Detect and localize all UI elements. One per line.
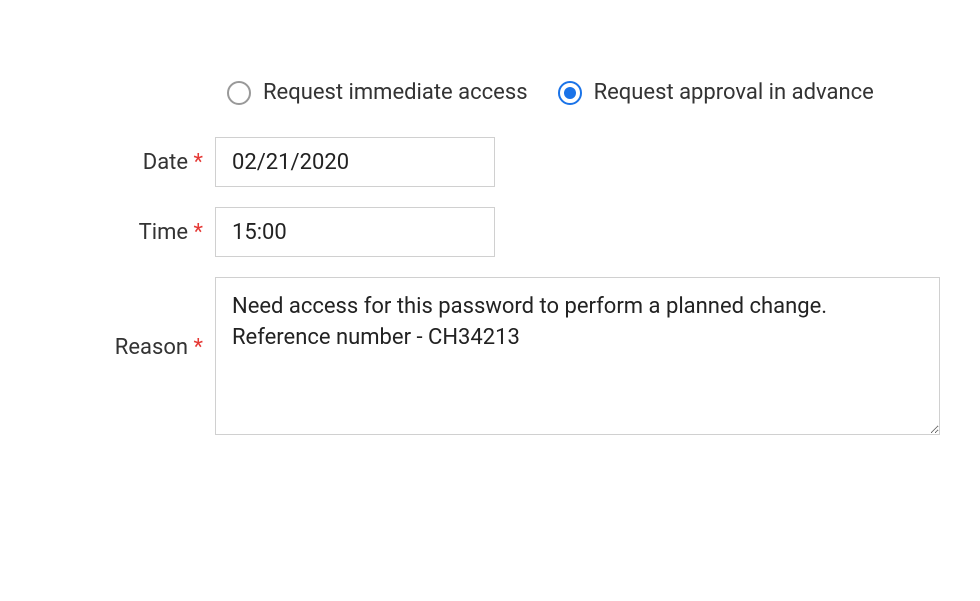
reason-row: Reason * [40, 277, 940, 435]
radio-immediate-access-label[interactable]: Request immediate access [263, 80, 528, 105]
date-label: Date * [40, 150, 215, 175]
time-input[interactable] [215, 207, 495, 257]
reason-label: Reason * [40, 277, 215, 360]
request-type-radio-group: Request immediate access Request approva… [227, 80, 940, 105]
time-label-text: Time [139, 220, 188, 245]
time-label: Time * [40, 220, 215, 245]
required-marker: * [194, 150, 203, 175]
radio-approval-advance-label[interactable]: Request approval in advance [594, 80, 874, 105]
date-label-text: Date [143, 150, 188, 175]
required-marker: * [194, 220, 203, 245]
required-marker: * [194, 335, 203, 360]
reason-label-text: Reason [115, 335, 188, 360]
radio-approval-advance[interactable] [558, 81, 582, 105]
reason-textarea[interactable] [215, 277, 940, 435]
date-row: Date * [40, 137, 940, 187]
access-request-form: Request immediate access Request approva… [40, 80, 940, 435]
time-row: Time * [40, 207, 940, 257]
radio-immediate-access[interactable] [227, 81, 251, 105]
date-input[interactable] [215, 137, 495, 187]
